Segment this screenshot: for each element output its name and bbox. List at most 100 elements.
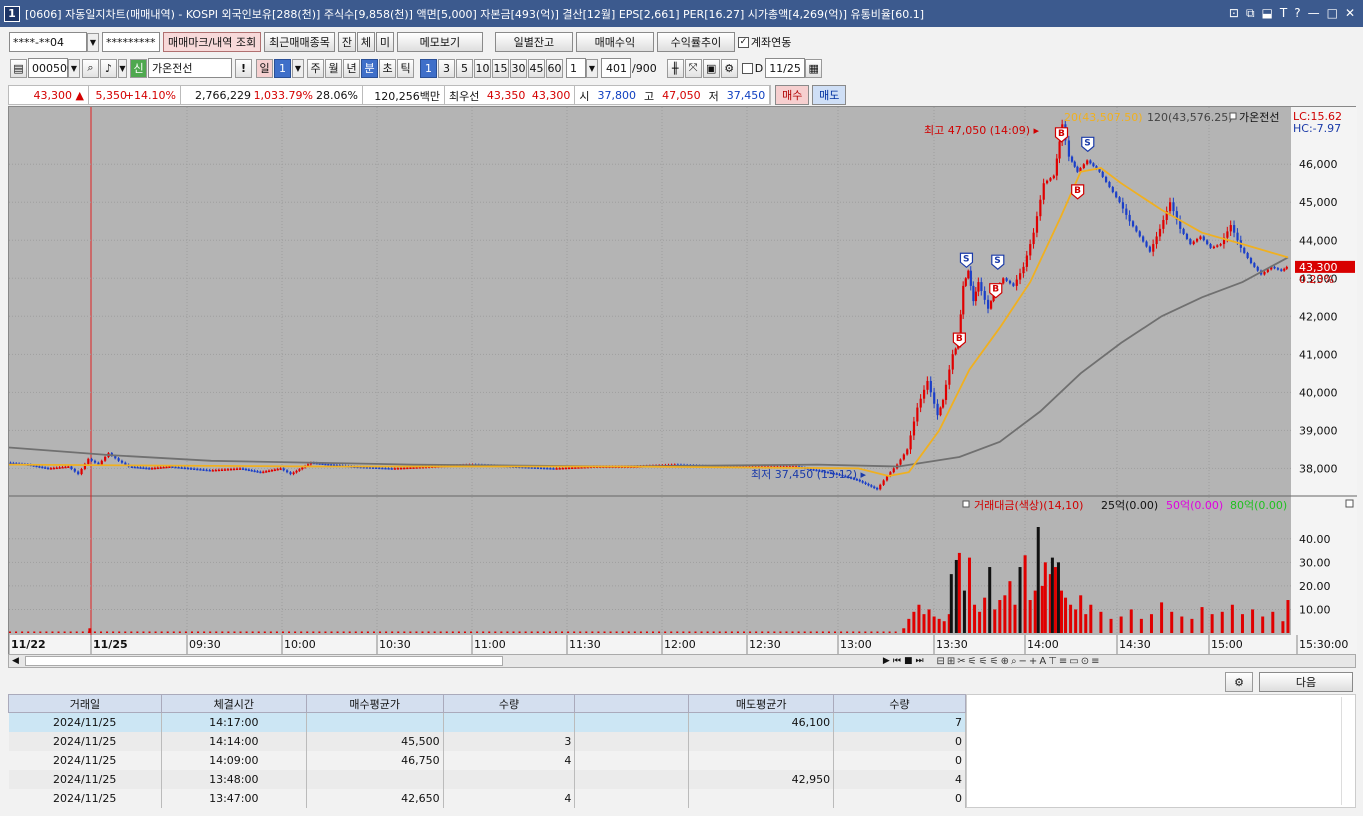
interval-60[interactable]: 60 — [546, 58, 563, 78]
interval-30[interactable]: 30 — [510, 58, 527, 78]
trade-profit-button[interactable]: 매매수익 — [575, 32, 654, 52]
candle-body — [912, 421, 916, 436]
candle-body — [1155, 236, 1158, 245]
volume-bar — [585, 631, 588, 633]
close-icon[interactable]: ✕ — [1345, 6, 1355, 21]
interval-15[interactable]: 15 — [492, 58, 509, 78]
x-tick-label: 13:30 — [936, 638, 968, 651]
interval-10[interactable]: 10 — [474, 58, 491, 78]
volume-bar — [9, 631, 11, 633]
grid-settings-icon[interactable]: ⚙ — [1225, 672, 1253, 692]
return-trend-button[interactable]: 수익률추이 — [656, 32, 735, 52]
minimize-icon[interactable]: — — [1308, 6, 1320, 21]
interval-3[interactable]: 3 — [438, 58, 455, 78]
period-dropdown[interactable]: ▼ — [292, 58, 304, 78]
calendar-icon[interactable]: ▦ — [805, 58, 823, 78]
bar-count-input[interactable]: 401 — [601, 58, 631, 78]
candle-body — [536, 467, 540, 470]
volume-bar — [664, 631, 667, 633]
volume-bar — [573, 631, 576, 633]
period-value[interactable]: 1 — [274, 58, 291, 78]
search-icon[interactable]: ⌕ — [82, 58, 99, 78]
memo-scrollbar[interactable] — [1341, 697, 1351, 805]
col-sell-avg[interactable]: 매도평균가 — [688, 694, 835, 713]
pin-icon[interactable]: ⬓ — [1262, 6, 1273, 21]
table-row[interactable]: 2024/11/25 14:09:00 46,750 4 0 — [8, 750, 966, 770]
table-row[interactable]: 2024/11/25 13:48:00 42,950 4 — [8, 769, 966, 789]
volume-bar — [1089, 604, 1093, 633]
table-row[interactable]: 2024/11/25 14:17:00 46,100 7 — [8, 712, 966, 732]
table-row[interactable]: 2024/11/25 14:14:00 45,500 3 0 — [8, 731, 966, 751]
gear-icon[interactable]: ⚙ — [720, 58, 738, 78]
cell-time: 14:09:00 — [161, 750, 307, 770]
col-trade-date[interactable]: 거래일 — [8, 694, 162, 713]
sell-button[interactable]: 매도 — [812, 85, 847, 105]
col-exec-time[interactable]: 체결시간 — [160, 694, 307, 713]
drawing-tools-icon[interactable]: ⊟⊞✂⚟⚟⚟⊕⌕−+A⊤≡▭⊙≡ — [937, 656, 1102, 667]
volume-bar — [172, 631, 175, 633]
unfilled-button[interactable]: 미 — [375, 32, 394, 52]
playback-icons[interactable]: ▶⏮■⏭ — [883, 656, 927, 666]
account-link-checkbox[interactable]: ✓ — [737, 36, 749, 48]
buy-button[interactable]: 매수 — [775, 85, 810, 105]
stock-code-input[interactable]: 000500 — [28, 58, 74, 78]
executed-button[interactable]: 체 — [356, 32, 375, 52]
account-input[interactable]: ****-**04 — [9, 32, 87, 52]
account-dropdown[interactable]: ▼ — [87, 32, 99, 52]
stock-chart[interactable]: B S S B B B S 11/22 11/25 09:30 10:00 10:30 11:00 11… — [9, 107, 1357, 655]
memo-button[interactable]: 메모보기 — [396, 32, 483, 52]
line-tool-icon[interactable]: ⤧ — [684, 58, 702, 78]
chart-scrollbar[interactable]: ◀ ▶⏮■⏭ ⊟⊞✂⚟⚟⚟⊕⌕−+A⊤≡▭⊙≡ — [8, 654, 1356, 668]
candle-body — [892, 468, 895, 473]
help-icon[interactable]: ? — [1294, 6, 1300, 21]
volume-bar — [506, 631, 509, 633]
volume-bar — [312, 631, 315, 633]
copy-window-icon[interactable]: ⧉ — [1246, 6, 1255, 21]
title-bar: 1 [0606] 자동일지차트(매매내역) - KOSPI 외국인보유[288(… — [0, 0, 1363, 27]
recent-trades-button[interactable]: 최근매매종목 — [264, 32, 335, 52]
period-week[interactable]: 주 — [307, 58, 324, 78]
layout-icon[interactable]: ⊡ — [1229, 6, 1239, 21]
interval-45[interactable]: 45 — [528, 58, 545, 78]
scroll-thumb[interactable] — [24, 656, 503, 666]
period-day[interactable]: 일 — [256, 58, 273, 78]
date-checkbox[interactable] — [741, 62, 753, 74]
sound-dropdown[interactable]: ▼ — [118, 58, 127, 78]
period-tick[interactable]: 틱 — [397, 58, 414, 78]
interval-1[interactable]: 1 — [420, 58, 437, 78]
chart-type-icon[interactable]: ╫ — [666, 58, 684, 78]
alert-button[interactable]: ! — [235, 58, 252, 78]
volume-bar — [1281, 621, 1285, 633]
period-year[interactable]: 년 — [343, 58, 360, 78]
col-buy-avg[interactable]: 매수평균가 — [305, 694, 444, 713]
date-input[interactable]: 11/25 — [765, 58, 806, 78]
font-icon[interactable]: T — [1280, 6, 1287, 21]
col-buy-qty[interactable]: 수량 — [442, 694, 576, 713]
maximize-icon[interactable]: □ — [1327, 6, 1338, 21]
stock-code-dropdown[interactable]: ▼ — [68, 58, 80, 78]
code-list-icon[interactable]: ▤ — [10, 58, 27, 78]
candle-body — [375, 467, 378, 470]
period-second[interactable]: 초 — [379, 58, 396, 78]
period-month[interactable]: 월 — [325, 58, 342, 78]
trade-mark-query-button[interactable]: 매매마크/내역 조회 — [163, 32, 262, 52]
period-minute[interactable]: 분 — [361, 58, 378, 78]
table-row[interactable]: 2024/11/25 13:47:00 42,650 4 0 — [8, 788, 966, 808]
multiplier-input[interactable]: 1 — [566, 58, 586, 78]
col-blank[interactable] — [574, 694, 690, 713]
save-icon[interactable]: ▣ — [702, 58, 720, 78]
x-tick-label: 12:00 — [664, 638, 696, 651]
chart-area[interactable]: B S S B B B S 11/22 11/25 09:30 10:00 10:30 11:00 11… — [8, 106, 1357, 655]
scroll-left-icon[interactable]: ◀ — [12, 656, 19, 666]
new-listing-badge: 신 — [130, 58, 147, 78]
sound-icon[interactable]: ♪ — [100, 58, 117, 78]
cell-buy-qty — [443, 712, 576, 732]
multiplier-dropdown[interactable]: ▼ — [586, 58, 598, 78]
balance-button[interactable]: 잔 — [337, 32, 356, 52]
next-button[interactable]: 다음 — [1259, 672, 1353, 692]
col-sell-qty[interactable]: 수량 — [833, 694, 966, 713]
password-input[interactable]: ********* — [102, 32, 160, 52]
memo-pane[interactable] — [966, 694, 1356, 808]
interval-5[interactable]: 5 — [456, 58, 473, 78]
daily-balance-button[interactable]: 일별잔고 — [494, 32, 573, 52]
